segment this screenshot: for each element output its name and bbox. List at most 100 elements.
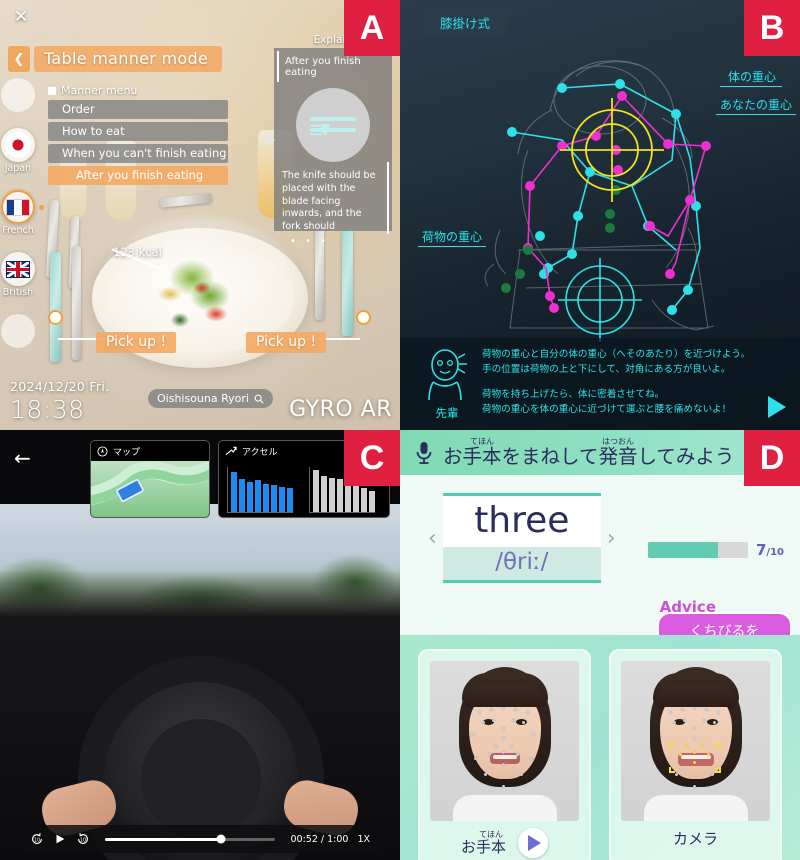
accel-bar (313, 470, 319, 512)
flag-option-japan[interactable]: japan (0, 128, 48, 174)
rewind-10-icon[interactable]: 10 (30, 832, 44, 846)
accel-bar (329, 478, 335, 512)
label-underline-your-center (716, 114, 796, 116)
video-progress-slider[interactable] (105, 834, 276, 844)
mode-tab[interactable]: 膝掛け式 (424, 10, 516, 35)
model-tile[interactable]: お手本てほん (418, 649, 591, 860)
manner-menu-header-label: Manner menu (61, 84, 138, 97)
playback-speed[interactable]: 1X (357, 834, 370, 845)
svg-text:10: 10 (34, 838, 40, 844)
progress-bar-fill (647, 542, 718, 558)
accel-bar (263, 484, 269, 512)
model-tile-label: お手本てほん (460, 829, 507, 856)
ruby-tehon-tile: 手本てほん (476, 829, 507, 856)
forward-10-icon[interactable]: 10 (76, 832, 90, 846)
menu-item-after-finish[interactable]: After you finish eating (48, 166, 228, 185)
accel-bar (287, 488, 293, 512)
flag-option-french[interactable]: French (0, 190, 48, 236)
accel-bar (247, 482, 253, 512)
accel-bar (239, 479, 245, 512)
panel-badge-d: D (744, 430, 800, 486)
mode-title-row: ❮ Table manner mode (8, 46, 223, 72)
mouth-tracking-box (669, 743, 721, 773)
advice-text: 荷物の重心と自分の体の重心（へそのあたり）を近づけよう。 手の位置は荷物の上と下… (482, 348, 750, 418)
video-progress-handle[interactable] (216, 834, 226, 844)
pickup-pin-right[interactable] (356, 310, 371, 325)
menu-item-how-to-eat[interactable]: How to eat (48, 122, 228, 141)
flag-label-british: British (2, 287, 34, 298)
pickup-label-left: Pick up ! (96, 332, 177, 353)
advice-line-1b: 手の位置は荷物の上と下にして、対角にある方が良いよ。 (482, 363, 731, 375)
date-display: 2024/12/20 Fri. (10, 379, 110, 394)
label-load-center: 荷物の重心 (422, 230, 483, 244)
panel-grid: ✕ ❮ Table manner mode Manner menu Order … (0, 0, 800, 860)
label-underline-load-center (418, 246, 486, 248)
chevron-right-icon[interactable]: › (607, 526, 616, 551)
accel-bar (337, 479, 343, 512)
video-timestamp: 00:52 / 1:00 (290, 833, 349, 845)
accel-bar (321, 476, 327, 512)
pickup-pin-left[interactable] (48, 310, 63, 325)
camera-tile[interactable]: カメラ (609, 649, 782, 860)
knife-right-decor (315, 220, 324, 320)
card-body-text: The knife should be placed with the blad… (274, 162, 389, 235)
word-section: ‹ three /θriː/ › 7/10 Advice くちびるを 横よこにひ… (400, 475, 800, 699)
model-tile-footer: お手本てほん (430, 828, 579, 858)
pronunciation-header: お手本てほんをまねして発音はつおんしてみよう (400, 430, 800, 475)
close-icon[interactable]: ✕ (10, 6, 32, 28)
search-field[interactable]: Oishisouna Ryori (148, 389, 273, 408)
map-widget[interactable]: マップ (90, 440, 210, 518)
manner-menu-header: Manner menu (48, 84, 228, 97)
word-text: three (442, 496, 601, 547)
word-card-carousel: ‹ three /θriː/ › (428, 493, 616, 583)
page-title: Table manner mode (34, 46, 223, 72)
advice-footer: 先輩 荷物の重心と自分の体の重心（へそのあたり）を近づけよう。 手の位置は荷物の… (400, 338, 800, 430)
accel-bar (231, 472, 237, 512)
accel-bar (279, 487, 285, 512)
accel-bar (271, 485, 277, 512)
back-button[interactable]: ❮ (8, 46, 30, 72)
microphone-icon (416, 441, 432, 464)
explanation-card[interactable]: After you finish eating The knife should… (267, 48, 392, 247)
play-icon (528, 835, 542, 851)
panel-d-pronunciation: お手本てほんをまねして発音はつおんしてみよう ‹ three /θriː/ › … (400, 430, 800, 860)
progress-row: 7/10 (647, 541, 784, 559)
card-prev-arrow-icon[interactable] (267, 132, 275, 148)
back-button[interactable]: ← (14, 448, 31, 468)
panel-b-lifting-posture: 膝掛け式 体の重心 あなたの重心 荷物の重心 先輩 荷物の重心と自分の体の重心（… (400, 0, 800, 430)
flag-option-british[interactable]: British (0, 252, 48, 298)
panel-badge-b: B (744, 0, 800, 56)
model-face-image (430, 661, 579, 821)
menu-item-order[interactable]: Order (48, 100, 228, 119)
accel-bar (255, 480, 261, 512)
active-indicator-dot (39, 205, 44, 210)
play-icon[interactable] (768, 396, 786, 418)
chevron-left-icon[interactable]: ‹ (428, 526, 437, 551)
fork-decor (72, 246, 81, 360)
flag-label-japan: japan (4, 163, 32, 174)
play-model-button[interactable] (518, 828, 549, 858)
time-display: 18:38 (10, 395, 85, 424)
panel-a-table-manner: ✕ ❮ Table manner mode Manner menu Order … (0, 0, 400, 430)
compass-icon (97, 446, 108, 457)
advice-line-2b: 荷物の重心を体の重心に近づけて運ぶと腰を痛めないよ！ (482, 403, 732, 415)
progress-current: 7 (755, 541, 767, 559)
ruby-hatsuon: 発音はつおん (598, 436, 638, 468)
panel-badge-a: A (344, 0, 400, 56)
menu-item-cannot-finish[interactable]: When you can't finish eating (48, 144, 228, 163)
pickup-label-right: Pick up ! (246, 332, 327, 353)
app-logo: GYRO AR (289, 397, 392, 422)
teal-fork-decor (50, 252, 61, 362)
map-widget-header: マップ (91, 441, 209, 461)
accel-widget-title: アクセル (242, 448, 278, 458)
search-icon (254, 394, 264, 404)
accel-bars-current (227, 467, 293, 513)
flag-label-french: French (2, 225, 34, 236)
flag-placeholder-top (1, 78, 35, 112)
play-icon[interactable] (53, 832, 67, 846)
face-comparison-section: お手本てほん カメラ (400, 635, 800, 860)
square-bullet-icon (48, 86, 56, 95)
panel-c-driving-review: ← マップ アクセル 10 10 00:52 / 1:00 1X C (0, 430, 400, 860)
food-salad (148, 248, 244, 334)
camera-face-image (621, 661, 770, 821)
